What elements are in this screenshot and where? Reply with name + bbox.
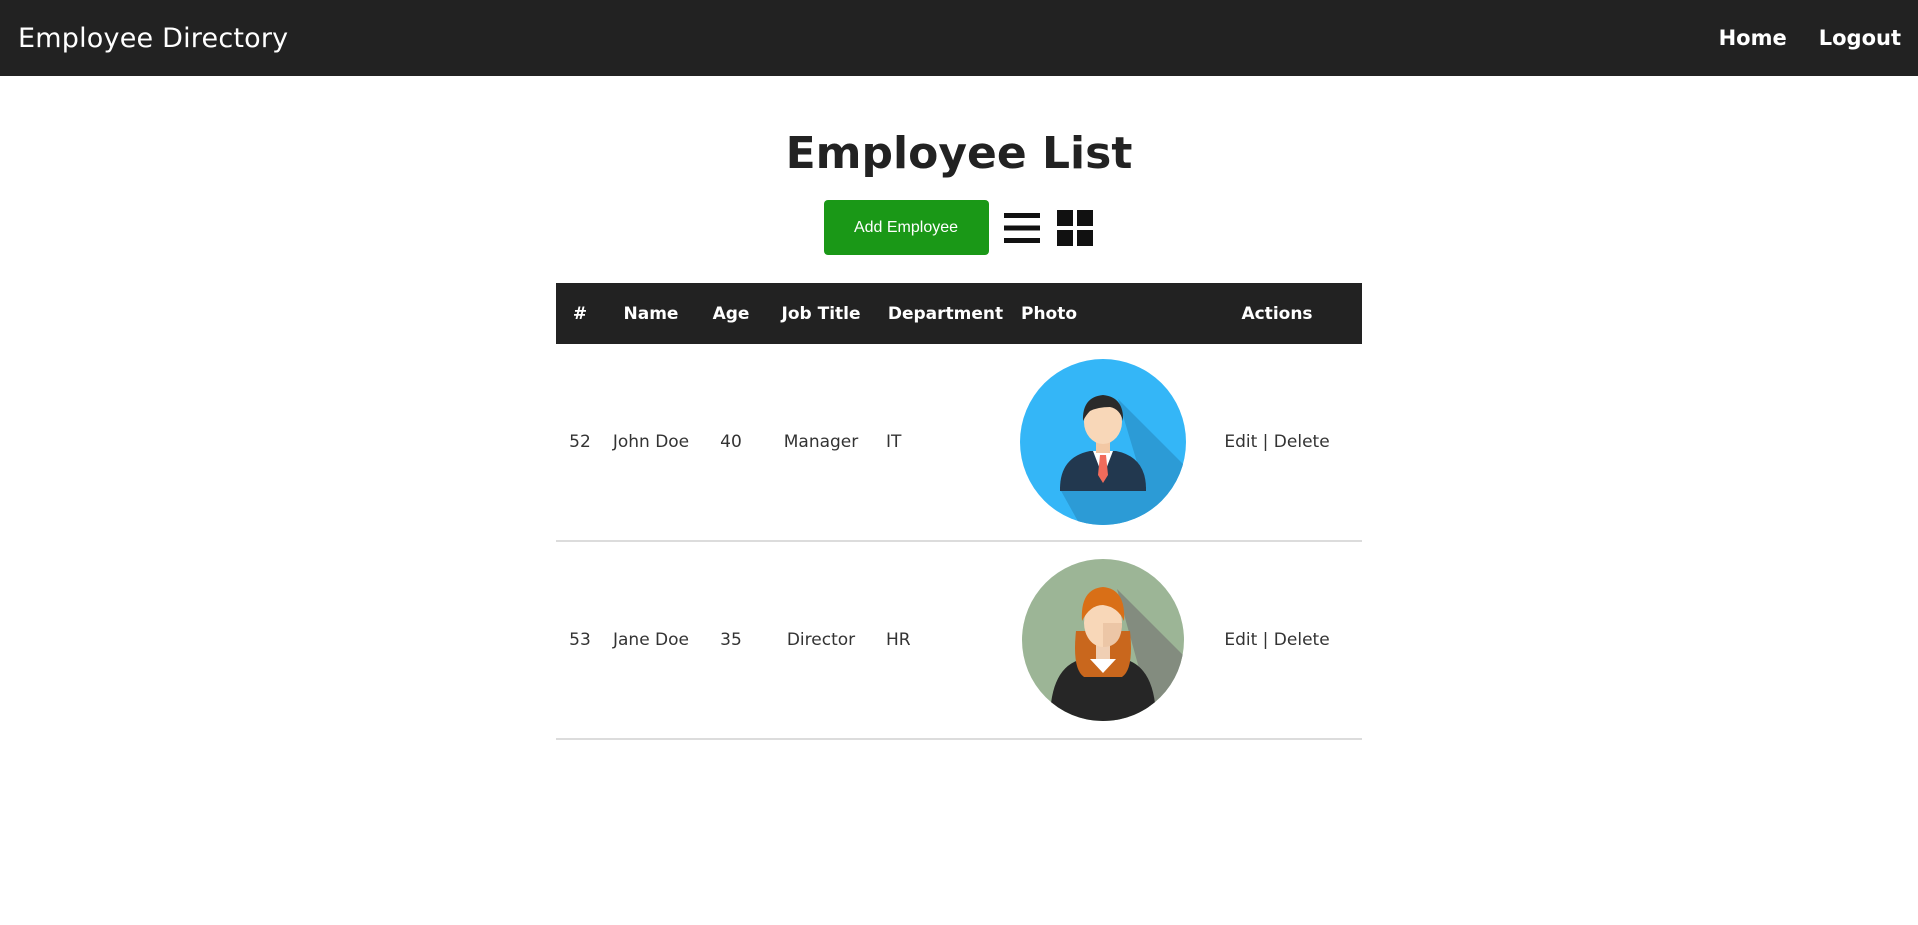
list-icon — [1003, 212, 1040, 243]
table-row: 52 John Doe 40 Manager IT Edit | Delete — [556, 344, 1362, 541]
page-title: Employee List — [785, 128, 1133, 179]
employee-table: # Name Age Job Title Department Photo Ac… — [556, 283, 1362, 740]
nav-logout-link[interactable]: Logout — [1819, 26, 1901, 50]
grid-icon — [1056, 209, 1093, 246]
cell-actions: Edit | Delete — [1192, 541, 1362, 739]
header-photo: Photo — [1021, 303, 1078, 324]
employee-table-container: # Name Age Job Title Department Photo Ac… — [556, 283, 1362, 740]
cell-age: 35 — [720, 630, 742, 650]
cell-department: IT — [886, 432, 902, 452]
cell-id: 52 — [569, 432, 591, 452]
cell-name: John Doe — [612, 432, 690, 452]
header-age: Age — [712, 303, 750, 324]
table-row: 53 Jane Doe 35 Director HR Edit | Delete — [556, 541, 1362, 739]
cell-age: 40 — [720, 432, 742, 452]
edit-link[interactable]: Edit — [1224, 630, 1257, 650]
table-header-row: # Name Age Job Title Department Photo Ac… — [556, 283, 1362, 344]
header-department: Department — [887, 303, 1004, 324]
cell-department: HR — [886, 630, 911, 650]
cell-job-title: Director — [786, 630, 856, 650]
header-job-title: Job Title — [781, 303, 861, 324]
action-separator: | — [1262, 630, 1269, 650]
cell-job-title: Manager — [783, 432, 859, 452]
cell-photo — [1013, 344, 1192, 541]
header-name: Name — [623, 303, 679, 324]
brand-title[interactable]: Employee Directory — [18, 23, 288, 54]
grid-view-button[interactable] — [1055, 208, 1095, 248]
nav-home-link[interactable]: Home — [1719, 26, 1787, 50]
header-id: # — [572, 303, 588, 324]
add-employee-button[interactable]: Add Employee — [823, 200, 989, 255]
top-navbar: Employee Directory Home Logout — [0, 0, 1918, 76]
list-view-button[interactable] — [1002, 208, 1042, 248]
nav-links: Home Logout — [1719, 26, 1901, 50]
cell-name: Jane Doe — [612, 630, 690, 650]
delete-link[interactable]: Delete — [1274, 630, 1330, 650]
edit-link[interactable]: Edit — [1224, 432, 1257, 452]
cell-id: 53 — [569, 630, 591, 650]
action-separator: | — [1262, 432, 1269, 452]
toolbar: Add Employee — [0, 200, 1918, 255]
male-avatar-image — [1019, 359, 1186, 525]
delete-link[interactable]: Delete — [1274, 432, 1330, 452]
cell-photo — [1013, 541, 1192, 739]
header-actions: Actions — [1241, 303, 1313, 324]
cell-actions: Edit | Delete — [1192, 344, 1362, 541]
female-avatar-image — [1021, 559, 1184, 721]
